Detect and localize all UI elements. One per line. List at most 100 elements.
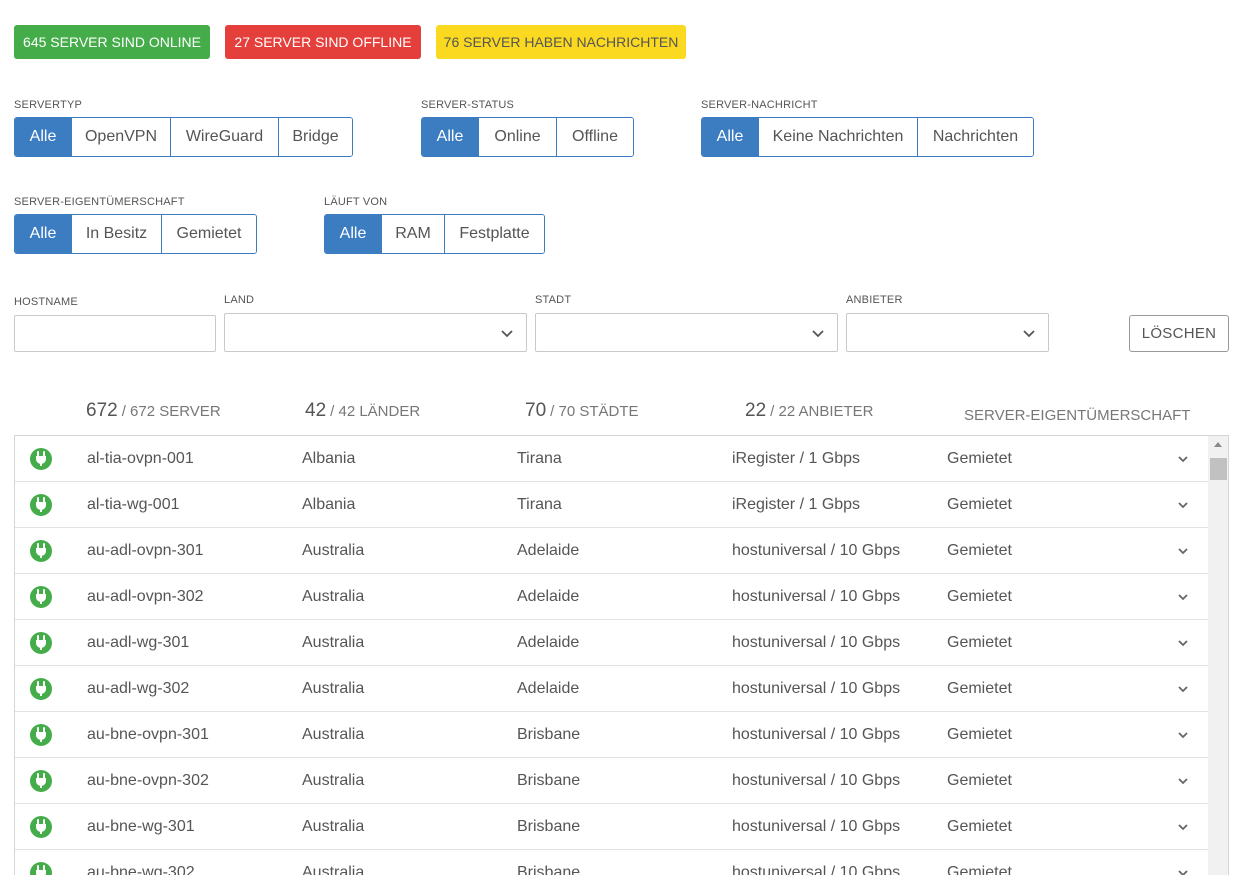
table-scrollbar[interactable] (1208, 436, 1228, 875)
servertyp-option-wireguard[interactable]: WireGuard (170, 118, 278, 156)
table-row[interactable]: al-tia-ovpn-001 Albania Tirana iRegister / … (15, 436, 1208, 482)
scroll-thumb[interactable] (1210, 458, 1227, 480)
table-row[interactable]: au-bne-wg-302 Australia Brisbane hostuniver… (15, 850, 1208, 875)
chevron-down-icon[interactable] (1176, 590, 1190, 604)
anbieter-total: / 22 ANBIETER (770, 403, 874, 420)
hostname-input[interactable] (14, 315, 216, 352)
land-select[interactable] (224, 313, 527, 352)
provider-cell: iRegister / 1 Gbps (732, 496, 861, 513)
chevron-down-icon[interactable] (1176, 866, 1190, 875)
stadt-select[interactable] (535, 313, 838, 352)
servertyp-label: SERVERTYP (14, 99, 83, 111)
plug-icon (30, 632, 52, 654)
chevron-down-icon[interactable] (1176, 636, 1190, 650)
ownership-cell: Gemietet (947, 726, 1012, 743)
status-option-offline[interactable]: Offline (556, 118, 633, 156)
status-option-online[interactable]: Online (478, 118, 556, 156)
plug-icon (30, 862, 52, 875)
anbieter-count-header: 22 / 22 ANBIETER (745, 400, 874, 422)
online-count-badge[interactable]: 645 SERVER SIND ONLINE (14, 25, 210, 59)
eigentum-option-gemietet[interactable]: Gemietet (161, 215, 256, 253)
city-cell: Brisbane (517, 772, 581, 789)
eigentum-option-besitz[interactable]: In Besitz (71, 215, 161, 253)
hostname-cell: au-bne-ovpn-301 (87, 726, 209, 743)
chevron-down-icon (501, 330, 513, 338)
eigentum-toggle: Alle In Besitz Gemietet (14, 214, 257, 254)
hostname-cell: au-adl-wg-301 (87, 634, 190, 651)
nachricht-option-nachrichten[interactable]: Nachrichten (917, 118, 1033, 156)
land-label: LAND (224, 294, 255, 306)
stadt-label: STADT (535, 294, 572, 306)
chevron-down-icon[interactable] (1176, 774, 1190, 788)
country-cell: Australia (302, 634, 365, 651)
anbieter-count: 22 (745, 400, 767, 421)
plug-icon (30, 540, 52, 562)
provider-cell: hostuniversal / 10 Gbps (732, 680, 901, 697)
staedte-total: / 70 STÄDTE (550, 403, 639, 420)
eigentum-option-alle[interactable]: Alle (15, 215, 71, 253)
chevron-down-icon[interactable] (1176, 452, 1190, 466)
eigentum-label: SERVER-EIGENTÜMERSCHAFT (14, 196, 185, 208)
table-row[interactable]: au-adl-wg-302 Australia Adelaide hostuniver… (15, 666, 1208, 712)
plug-icon (30, 724, 52, 746)
servertyp-option-bridge[interactable]: Bridge (278, 118, 352, 156)
chevron-down-icon[interactable] (1176, 820, 1190, 834)
laeuft-option-festplatte[interactable]: Festplatte (444, 215, 544, 253)
servertyp-toggle: Alle OpenVPN WireGuard Bridge (14, 117, 353, 157)
hostname-cell: au-bne-wg-301 (87, 818, 195, 835)
country-cell: Australia (302, 864, 365, 875)
table-row[interactable]: au-adl-ovpn-302 Australia Adelaide hostuniv… (15, 574, 1208, 620)
server-nachricht-toggle: Alle Keine Nachrichten Nachrichten (701, 117, 1034, 157)
plug-icon (30, 586, 52, 608)
table-row[interactable]: au-bne-wg-301 Australia Brisbane hostuniver… (15, 804, 1208, 850)
table-row[interactable]: au-adl-wg-301 Australia Adelaide hostuniver… (15, 620, 1208, 666)
hostname-cell: au-bne-ovpn-302 (87, 772, 209, 789)
country-cell: Albania (302, 450, 356, 467)
laeuft-von-toggle: Alle RAM Festplatte (324, 214, 545, 254)
provider-cell: hostuniversal / 10 Gbps (732, 634, 901, 651)
staedte-count: 70 (525, 400, 547, 421)
status-option-alle[interactable]: Alle (422, 118, 478, 156)
nachricht-option-keine[interactable]: Keine Nachrichten (758, 118, 917, 156)
table-row[interactable]: al-tia-wg-001 Albania Tirana iRegister / 1 … (15, 482, 1208, 528)
ownership-cell: Gemietet (947, 634, 1012, 651)
anbieter-select[interactable] (846, 313, 1049, 352)
laender-count-header: 42 / 42 LÄNDER (305, 400, 420, 422)
eigentum-column-header[interactable]: SERVER-EIGENTÜMERSCHAFT (964, 407, 1190, 424)
ownership-cell: Gemietet (947, 496, 1012, 513)
city-cell: Brisbane (517, 726, 581, 743)
chevron-down-icon[interactable] (1176, 682, 1190, 696)
plug-icon (30, 494, 52, 516)
city-cell: Tirana (517, 450, 562, 467)
table-row[interactable]: au-bne-ovpn-301 Australia Brisbane hostuniv… (15, 712, 1208, 758)
city-cell: Tirana (517, 496, 562, 513)
ownership-cell: Gemietet (947, 772, 1012, 789)
provider-cell: hostuniversal / 10 Gbps (732, 818, 901, 835)
offline-count-badge[interactable]: 27 SERVER SIND OFFLINE (225, 25, 421, 59)
country-cell: Australia (302, 588, 365, 605)
plug-icon (30, 678, 52, 700)
nachricht-option-alle[interactable]: Alle (702, 118, 758, 156)
hostname-cell: au-adl-wg-302 (87, 680, 190, 697)
server-status-label: SERVER-STATUS (421, 99, 515, 111)
messages-count-badge[interactable]: 76 SERVER HABEN NACHRICHTEN (436, 25, 686, 59)
provider-cell: iRegister / 1 Gbps (732, 450, 861, 467)
server-status-toggle: Alle Online Offline (421, 117, 634, 157)
laeuft-option-alle[interactable]: Alle (325, 215, 381, 253)
laeuft-option-ram[interactable]: RAM (381, 215, 444, 253)
table-row[interactable]: au-bne-ovpn-302 Australia Brisbane hostuniv… (15, 758, 1208, 804)
chevron-down-icon[interactable] (1176, 498, 1190, 512)
country-cell: Albania (302, 496, 356, 513)
servertyp-option-openvpn[interactable]: OpenVPN (71, 118, 170, 156)
scroll-up-arrow[interactable] (1214, 442, 1222, 447)
provider-cell: hostuniversal / 10 Gbps (732, 772, 901, 789)
chevron-down-icon[interactable] (1176, 544, 1190, 558)
ownership-cell: Gemietet (947, 450, 1012, 467)
clear-button[interactable]: LÖSCHEN (1129, 315, 1229, 352)
provider-cell: hostuniversal / 10 Gbps (732, 588, 901, 605)
servertyp-option-alle[interactable]: Alle (15, 118, 71, 156)
table-row[interactable]: au-adl-ovpn-301 Australia Adelaide hostuniv… (15, 528, 1208, 574)
plug-icon (30, 816, 52, 838)
provider-cell: hostuniversal / 10 Gbps (732, 864, 901, 875)
chevron-down-icon[interactable] (1176, 728, 1190, 742)
